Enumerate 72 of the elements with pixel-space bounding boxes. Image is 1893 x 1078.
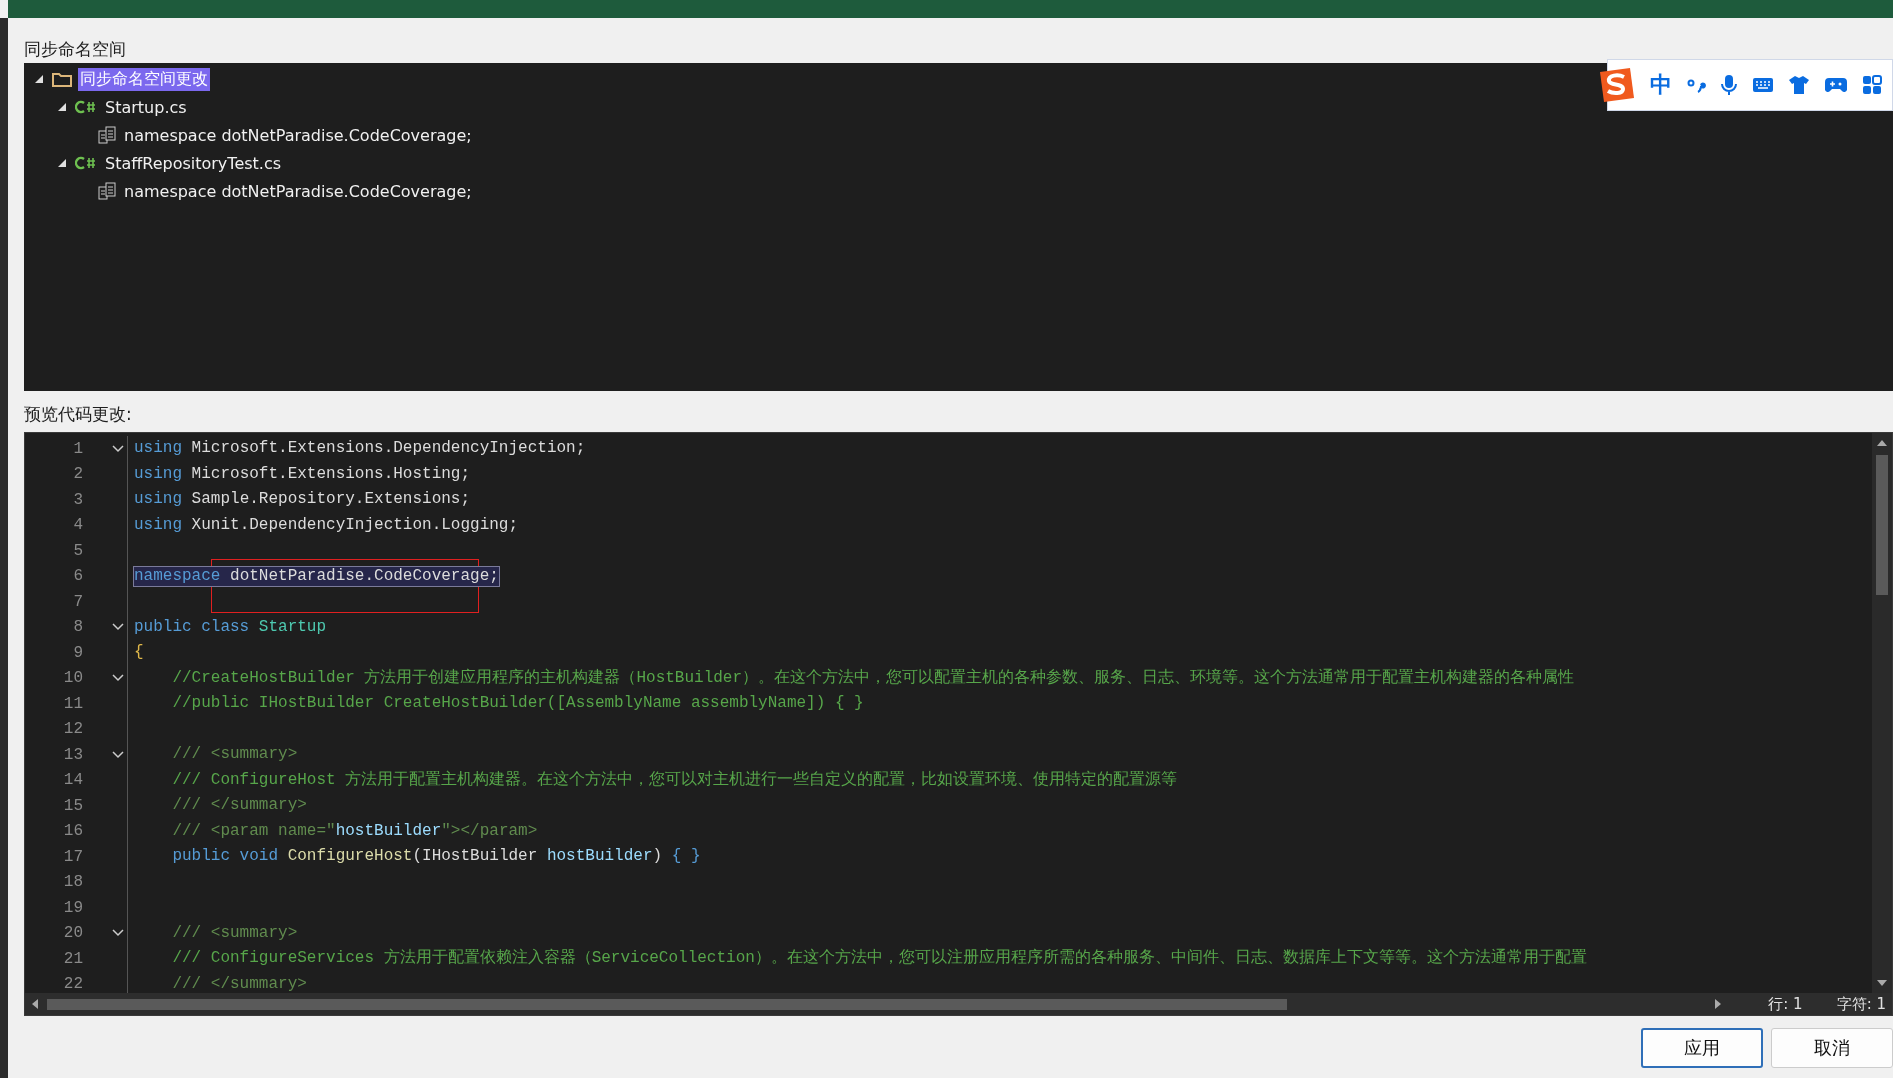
code-line: using Microsoft.Extensions.Hosting; [134, 464, 471, 483]
line-number: 6 [72, 567, 84, 586]
line-number: 15 [62, 796, 84, 815]
section-label: 预览代码更改: [24, 403, 133, 426]
tree-item[interactable]: 同步命名空间更改 [78, 67, 210, 91]
horizontal-scrollbar-thumb[interactable] [47, 998, 1287, 1010]
line-number: 7 [72, 592, 84, 611]
tree-item[interactable]: namespace dotNetParadise.CodeCoverage; [122, 124, 474, 146]
csharp-file-icon [75, 99, 97, 115]
code-line: { [134, 643, 144, 662]
fold-chevron-icon[interactable] [112, 929, 124, 938]
line-number: 9 [72, 643, 84, 662]
code-line: public class Startup [134, 617, 327, 636]
fold-chevron-icon[interactable] [112, 623, 124, 632]
code-line: /// ConfigureServices 方法用于配置依赖注入容器（ServiceCollection）。在这个方法中，您可以注册应用程序所需的各种服务、中间件、日志、数据库上下文等等。这个方法通常用于配置 [171, 949, 1587, 968]
tree-item[interactable]: StaffRepositoryTest.cs [103, 152, 284, 174]
line-number: 1 [72, 439, 84, 458]
line-number: 21 [62, 949, 84, 968]
line-number: 11 [62, 694, 84, 713]
csharp-file-icon [75, 155, 97, 171]
ime-mode-toggle[interactable]: 中 [1650, 70, 1672, 100]
section-label: 同步命名空间 [24, 38, 127, 61]
line-number: 4 [72, 516, 84, 535]
fold-chevron-icon[interactable] [112, 444, 124, 453]
code-line: /// <summary> [171, 923, 298, 942]
code-line: using Microsoft.Extensions.DependencyInjection; [134, 439, 586, 458]
line-number: 8 [72, 618, 84, 637]
gamepad-icon[interactable] [1824, 75, 1848, 95]
folder-icon [52, 71, 72, 87]
code-change-icon [98, 182, 116, 200]
line-number: 19 [62, 898, 84, 917]
scroll-right-icon[interactable] [1714, 998, 1723, 1010]
keyboard-icon[interactable] [1752, 76, 1774, 94]
code-line: //public IHostBuilder CreateHostBuilder([AssemblyName assemblyName]) { } [171, 694, 864, 713]
line-number: 5 [72, 541, 84, 560]
char-indicator: 字符: 1 [1836, 994, 1886, 1014]
fold-chevron-icon[interactable] [112, 674, 124, 683]
code-line: /// </summary> [171, 974, 307, 993]
code-line: using Xunit.DependencyInjection.Logging; [134, 515, 519, 534]
line-number: 17 [62, 847, 84, 866]
fold-chevron-icon[interactable] [112, 750, 124, 759]
tree-item[interactable]: namespace dotNetParadise.CodeCoverage; [122, 180, 474, 202]
line-number: 3 [72, 490, 84, 509]
tree-item[interactable]: Startup.cs [103, 96, 189, 118]
line-number: 2 [72, 465, 84, 484]
cancel-button[interactable]: 取消 [1771, 1028, 1893, 1068]
apps-icon[interactable] [1862, 75, 1882, 95]
line-number: 16 [62, 822, 84, 841]
line-indicator: 行: 1 [1768, 994, 1803, 1014]
line-number: 20 [62, 924, 84, 943]
apply-button[interactable]: 应用 [1641, 1028, 1763, 1068]
vertical-scrollbar-thumb[interactable] [1876, 455, 1888, 595]
code-line: /// <param name="hostBuilder"></param> [171, 821, 538, 840]
code-line: using Sample.Repository.Extensions; [134, 490, 471, 509]
code-line: namespace dotNetParadise.CodeCoverage; [134, 566, 499, 585]
shirt-icon[interactable] [1788, 75, 1810, 95]
code-line: public void ConfigureHost(IHostBuilder hostBuilder) { } [171, 847, 701, 866]
scroll-up-icon[interactable] [1876, 439, 1888, 447]
line-number: 10 [62, 669, 84, 688]
scroll-left-icon[interactable] [31, 998, 39, 1010]
scroll-down-icon[interactable] [1876, 979, 1888, 987]
line-number: 12 [62, 720, 84, 739]
line-number: 22 [62, 975, 84, 993]
microphone-icon[interactable] [1720, 74, 1738, 96]
code-change-icon [98, 126, 116, 144]
code-line: //CreateHostBuilder 方法用于创建应用程序的主机构建器（HostBuilder）。在这个方法中，您可以配置主机的各种参数、服务、日志、环境等。这个方法通常用于配置主机构建器的各种属性 [171, 668, 1575, 687]
code-line: /// <summary> [171, 745, 298, 764]
line-number: 14 [62, 771, 84, 790]
line-number: 13 [62, 745, 84, 764]
line-number: 18 [62, 873, 84, 892]
code-line: /// ConfigureHost 方法用于配置主机构建器。在这个方法中，您可以对主机进行一些自定义的配置，比如设置环境、使用特定的配置源等 [171, 770, 1178, 789]
code-line: /// </summary> [171, 796, 307, 815]
